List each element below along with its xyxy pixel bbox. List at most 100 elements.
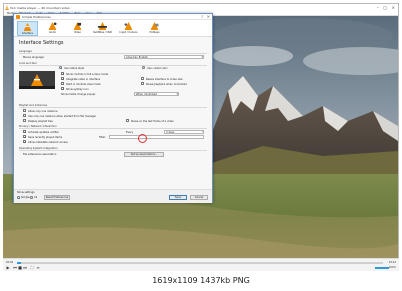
one-instance-checkbox[interactable] [23,109,26,112]
filter-input[interactable] [109,134,204,139]
tab-interface[interactable]: Interface [17,21,38,36]
play-icon[interactable]: ▶ [6,265,10,270]
tab-audio[interactable]: Audio [42,21,63,36]
next-icon[interactable]: ⏭ [23,265,27,270]
simple-label: Simple [21,196,30,200]
tab-label: Subtitles / OSD [93,31,112,34]
simple-radio[interactable] [17,196,20,199]
native-style-label: Use native style [64,66,85,70]
playlist-tree-checkbox[interactable] [23,119,26,122]
updates-notifier-checkbox[interactable]: ✓ [23,130,27,134]
minimal-view-checkbox[interactable] [61,82,64,85]
tab-label: Interface [21,32,34,35]
option-label: Pause on the last frame of a video [131,119,174,123]
option-label: Allow metadata network access [28,140,68,144]
days-label: Every [126,130,134,134]
interface-preview-image [19,71,55,89]
tab-subtitles-osd[interactable]: Subtitles / OSD [92,21,113,36]
all-label: All [34,196,38,200]
pause-last-frame-checkbox[interactable] [126,119,129,122]
maximize-icon[interactable]: □ [383,5,387,10]
vlc-title-text: VLC media player — 4K mountain video [10,5,70,10]
filter-label: Filter: [99,135,106,139]
update-interval-spinbox[interactable]: 3 days [164,129,204,134]
total-time: 03:44 [388,261,396,264]
vlc-preview-icon [19,71,55,89]
file-extensions-label: File extensions association [23,153,57,156]
elapsed-time: 00:00 [6,261,14,264]
minimize-icon[interactable]: – [377,5,379,10]
option-label: Show systray icon [66,87,89,91]
tab-label: Video [73,31,81,34]
show-settings-label: Show settings [17,191,35,194]
option-label: Use only one instance when started from … [28,114,97,118]
close-icon[interactable]: × [207,14,210,19]
stop-icon[interactable]: ■ [18,265,22,270]
reset-preferences-button[interactable]: Reset Preferences [44,195,70,200]
video-icon [73,22,82,30]
save-recent-checkbox[interactable]: ✓ [23,135,27,139]
cancel-button[interactable]: Cancel [190,195,208,200]
codecs-icon [124,22,133,30]
hotkeys-icon [150,22,159,30]
menus-language-label: Menus language: [23,56,45,59]
menus-language-dropdown[interactable]: American English [124,55,204,59]
tab-label: Hotkeys [149,31,160,34]
option-label: Resize interface to video size [146,77,183,81]
preferences-dialog: Simple Preferences ? × Interface Audio V… [13,13,213,203]
playlist-icon[interactable]: ≡ [36,265,40,270]
page-title: Interface Settings [19,40,64,46]
media-change-dropdown[interactable]: When minimized [134,92,179,96]
native-style-radio[interactable] [59,66,62,69]
option-label: Show controls in full screen mode [66,72,109,76]
tab-input-codecs[interactable]: Input / Codecs [118,21,139,36]
systray-icon-checkbox[interactable]: ✓ [61,87,65,91]
pause-minimized-checkbox[interactable] [141,82,144,85]
previous-icon[interactable]: ⏮ [13,265,17,270]
tab-hotkeys[interactable]: Hotkeys [144,21,165,36]
vlc-cone-icon [5,5,9,10]
divider [19,65,207,66]
option-label: Pause playback when minimized [146,82,187,86]
fullscreen-controls-checkbox[interactable]: ✓ [61,72,65,76]
option-label: Integrate video in interface [66,77,101,81]
custom-skin-label: Use custom skin [147,66,168,70]
option-label: Allow only one instance [28,109,58,113]
all-radio[interactable] [30,196,33,199]
tab-label: Input / Codecs [119,31,138,34]
divider [19,107,207,108]
volume-slider[interactable] [375,267,389,269]
save-button[interactable]: Save [169,195,187,200]
custom-skin-radio[interactable] [142,66,145,69]
media-change-label: Show media change popup: [61,93,96,96]
image-caption: 1619x1109 1437kb PNG [152,276,250,285]
screenshot-frame: VLC media player — 4K mountain video – □… [0,0,402,291]
seek-bar[interactable] [17,262,383,264]
option-label: Start in minimal view mode [66,82,101,86]
volume-percent: 100% [388,266,396,269]
dialog-footer: Show settings Simple All Reset Preferenc… [14,189,212,203]
subtitles-icon [98,22,107,30]
preferences-body: Interface Settings Language Menus langua… [14,37,212,189]
resize-interface-checkbox[interactable] [141,77,144,80]
integrate-video-checkbox[interactable]: ✓ [61,77,65,81]
audio-icon [48,22,57,30]
option-label: Activate updates notifier [28,130,59,134]
file-manager-instance-checkbox[interactable] [23,114,26,117]
metadata-access-checkbox[interactable]: ✓ [23,140,27,144]
interface-icon [23,23,32,31]
playback-controls: 00:00 03:44 ▶ ⏮ ■ ⏭ ⛶ ≡ 100% [3,258,399,271]
seek-fill [17,262,21,264]
option-label: Display playlist tree [28,119,53,123]
vlc-title-bar: VLC media player — 4K mountain video – □… [4,4,398,11]
option-label: Save recently played items [28,135,63,139]
close-icon[interactable]: × [392,5,395,10]
vlc-cone-icon [16,15,20,19]
dialog-title: Simple Preferences [22,15,51,19]
fullscreen-icon[interactable]: ⛶ [30,265,34,270]
preferences-category-toolbar: Interface Audio Video Subtitles / OSD In… [14,20,212,37]
tab-video[interactable]: Video [67,21,88,36]
set-up-associations-button[interactable]: Set up associations... [124,151,164,157]
help-icon[interactable]: ? [201,15,203,19]
annotation-highlight-circle [138,134,147,143]
